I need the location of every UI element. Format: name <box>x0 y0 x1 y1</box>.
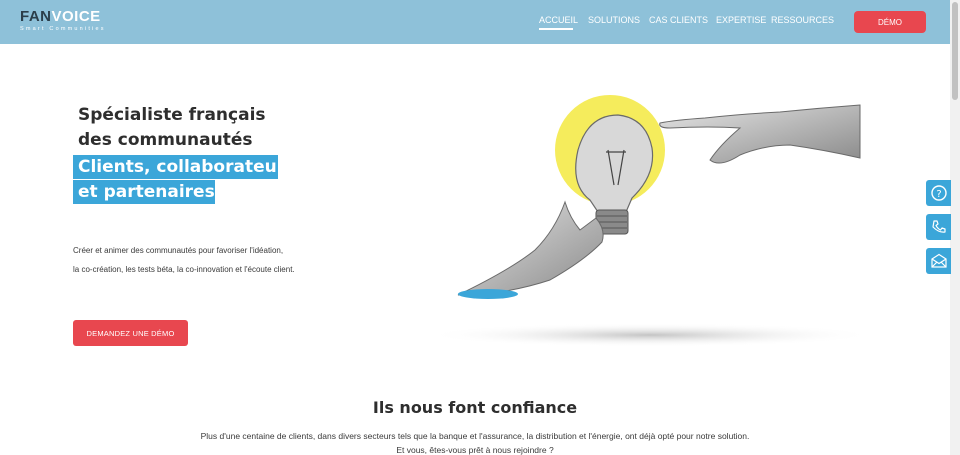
hero-description-line1: Créer et animer des communautés pour fav… <box>73 246 284 255</box>
trust-section-title: Ils nous font confiance <box>372 398 578 417</box>
logo-voice: VOICE <box>51 8 101 25</box>
demo-button[interactable]: DÉMO <box>854 11 926 33</box>
trust-text-line2: Et vous, êtes-vous prêt à nous rejoindre… <box>396 445 554 455</box>
hero-title: Spécialiste français des communautés <box>78 103 266 153</box>
hero-highlight-line1: Clients, collaborateurs <box>78 157 296 177</box>
lightbulb-hands-illustration <box>425 95 875 347</box>
hero-title-line1: Spécialiste français <box>78 105 266 125</box>
nav-active-indicator <box>539 28 573 30</box>
hero-description-line2: la co-création, les tests béta, la co-in… <box>73 265 295 274</box>
logo-tagline: Smart Communities <box>20 26 106 32</box>
top-header: FANVOICE Smart Communities ACCUEIL SOLUT… <box>0 0 950 44</box>
mail-icon <box>930 253 947 268</box>
question-icon: ? <box>930 185 947 201</box>
nav-item-solutions[interactable]: SOLUTIONS <box>588 15 640 25</box>
logo-wordmark: FANVOICE <box>20 9 106 25</box>
floor-shadow <box>425 323 875 347</box>
nav-item-expertise[interactable]: EXPERTISE <box>716 15 766 25</box>
nav-item-accueil[interactable]: ACCUEIL <box>539 15 578 25</box>
hero-title-line2: des communautés <box>78 130 253 150</box>
bulb-glass <box>575 114 654 213</box>
trust-text-line1: Plus d'une centaine de clients, dans div… <box>200 431 750 441</box>
hero-highlight-line2: et partenaires. <box>78 182 222 202</box>
lower-hand <box>457 200 604 296</box>
nav-item-cas-clients[interactable]: CAS CLIENTS <box>649 15 708 25</box>
help-button[interactable]: ? <box>926 180 951 206</box>
scrollbar-thumb[interactable] <box>952 2 958 100</box>
nav-item-ressources[interactable]: RESSOURCES <box>771 15 834 25</box>
mail-button[interactable] <box>926 248 951 274</box>
phone-button[interactable] <box>926 214 951 240</box>
phone-icon <box>931 220 946 233</box>
upper-hand <box>659 104 861 164</box>
fanvoice-logo[interactable]: FANVOICE Smart Communities <box>20 9 106 33</box>
request-demo-button[interactable]: DEMANDEZ UNE DÉMO <box>73 320 188 346</box>
svg-text:?: ? <box>936 189 941 200</box>
sleeve-cuff <box>458 289 518 299</box>
logo-fan: FAN <box>20 8 52 25</box>
